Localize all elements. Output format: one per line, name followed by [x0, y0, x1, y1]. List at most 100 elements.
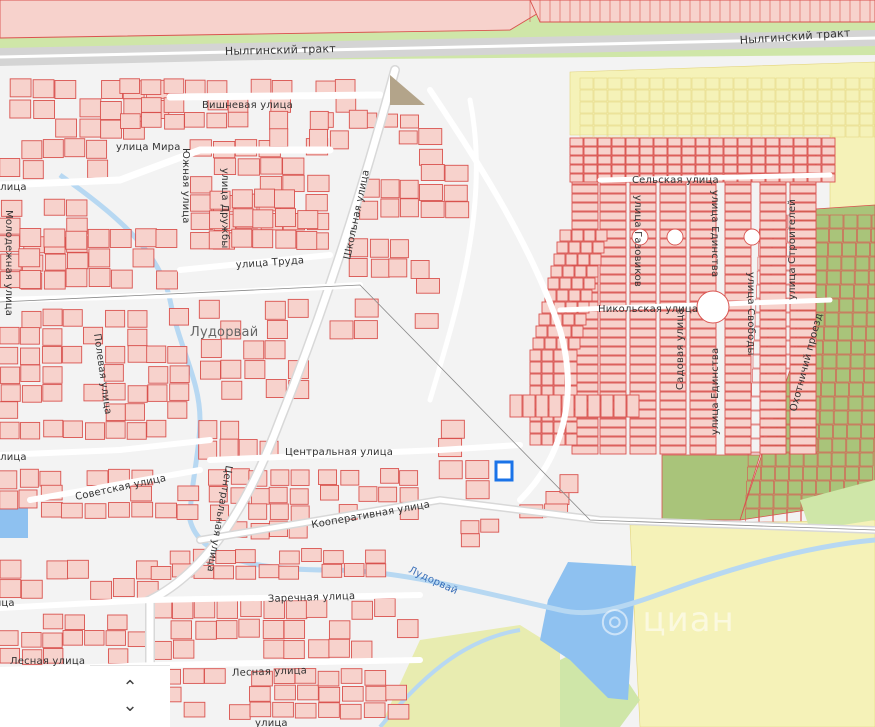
land-plot	[571, 220, 599, 230]
land-plot	[238, 618, 260, 638]
land-plot	[9, 99, 32, 119]
land-plot	[198, 299, 220, 319]
land-plot	[275, 229, 297, 249]
land-plot	[724, 256, 752, 266]
land-plot	[398, 130, 418, 145]
land-plot	[169, 365, 190, 383]
land-plot	[600, 394, 614, 418]
land-plot	[599, 328, 627, 338]
land-plot	[759, 373, 787, 383]
land-plot	[329, 130, 349, 150]
land-plot	[659, 211, 687, 221]
land-plot	[709, 164, 724, 174]
land-plot	[599, 283, 627, 293]
land-plot	[221, 380, 243, 400]
land-plot	[759, 256, 787, 266]
land-plot	[120, 113, 141, 129]
land-plot	[42, 632, 63, 649]
land-plot	[274, 189, 295, 209]
land-plot	[254, 188, 276, 208]
land-plot	[0, 158, 21, 177]
land-plot	[659, 202, 687, 212]
map-canvas[interactable]: Нылгинский тракт Нылгинский тракт Вишнев…	[0, 0, 875, 727]
land-plot	[84, 503, 107, 519]
land-plot	[443, 184, 468, 202]
land-plot	[0, 384, 21, 402]
zoom-control[interactable]: ⌃ ⌄	[90, 665, 170, 727]
land-plot	[397, 619, 419, 639]
land-plot	[625, 146, 640, 156]
land-plot	[348, 109, 368, 129]
land-plot	[90, 580, 112, 600]
land-plot	[480, 518, 500, 533]
land-plot	[358, 486, 378, 502]
land-plot	[84, 630, 105, 646]
land-plot	[351, 600, 373, 620]
land-plot	[220, 359, 242, 379]
land-plot	[724, 373, 752, 383]
land-plot	[238, 439, 258, 459]
land-plot	[198, 420, 218, 440]
land-plot	[0, 346, 19, 365]
land-plot	[559, 229, 572, 242]
land-plot	[0, 421, 20, 440]
land-plot	[629, 328, 657, 338]
land-plot	[586, 265, 599, 278]
land-plot	[229, 704, 251, 720]
land-plot	[629, 373, 657, 383]
land-plot	[79, 98, 102, 118]
land-plot	[724, 220, 752, 230]
land-plot	[177, 485, 200, 502]
land-plot	[20, 579, 43, 599]
land-plot	[759, 346, 787, 356]
land-plot	[317, 670, 340, 687]
land-plot	[365, 549, 386, 564]
land-plot	[569, 146, 584, 156]
land-plot	[41, 346, 62, 364]
land-plot	[282, 157, 305, 175]
label-mira: улица Мира	[116, 142, 181, 153]
land-plot	[182, 668, 205, 684]
land-plot	[709, 155, 724, 165]
land-plot	[807, 146, 822, 156]
land-plot	[629, 292, 657, 302]
land-plot	[105, 630, 126, 646]
label-stroiteley: улица Строителей	[787, 199, 798, 300]
land-plot	[724, 202, 752, 212]
land-plot	[184, 79, 206, 96]
land-plot	[759, 364, 787, 374]
land-plot	[724, 193, 752, 203]
land-plot	[388, 258, 408, 278]
land-plot	[529, 349, 542, 362]
land-plot	[86, 470, 109, 486]
land-plot	[297, 210, 319, 230]
land-plot	[112, 578, 135, 597]
land-plot	[599, 274, 627, 284]
land-plot	[592, 241, 605, 254]
land-plot	[60, 502, 83, 519]
land-plot	[87, 228, 110, 248]
land-plot	[568, 337, 581, 350]
land-plot	[723, 155, 738, 165]
land-plot	[629, 337, 657, 347]
land-plot	[20, 364, 41, 382]
land-plot	[269, 128, 289, 148]
land-plot	[64, 614, 85, 631]
land-plot	[587, 394, 601, 418]
land-plot	[365, 685, 388, 702]
land-plot	[42, 308, 63, 327]
land-plot	[308, 639, 330, 659]
land-plot	[268, 486, 288, 504]
land-plot	[765, 155, 780, 165]
land-plot	[105, 421, 126, 439]
land-plot	[119, 78, 140, 94]
land-plot	[55, 118, 77, 138]
land-plot	[101, 80, 123, 99]
cadastral-map[interactable]: Нылгинский тракт Нылгинский тракт Вишнев…	[0, 0, 875, 727]
land-plot	[793, 155, 808, 165]
land-plot	[9, 78, 32, 98]
land-plot	[305, 194, 328, 212]
land-plot	[42, 139, 64, 159]
zoom-chevrons-icon[interactable]: ⌃ ⌄	[122, 679, 137, 715]
selected-parcel[interactable]	[494, 460, 514, 482]
